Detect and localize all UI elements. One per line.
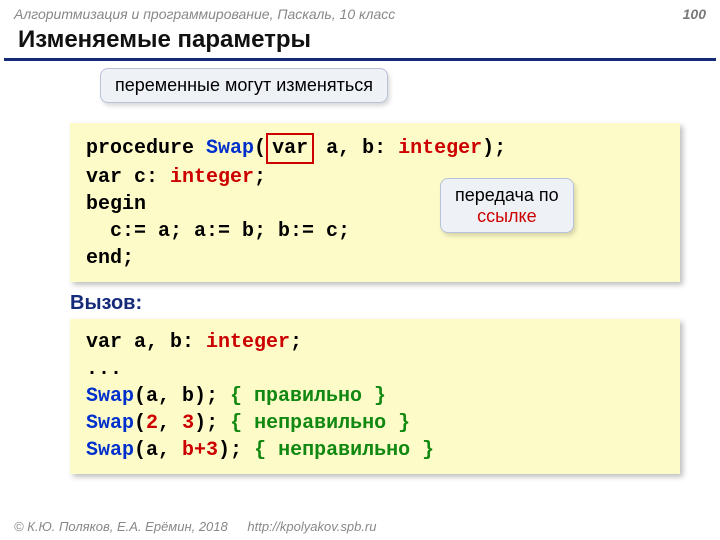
code-line: begin (86, 191, 664, 218)
footer-link[interactable]: http://kpolyakov.spb.ru (247, 519, 376, 534)
code-line: procedure Swap( var a, b: integer); (86, 133, 664, 164)
var-keyword-box: var (266, 133, 314, 164)
page-title: Изменяемые параметры (4, 24, 716, 61)
footer: © К.Ю. Поляков, Е.А. Ерёмин, 2018 http:/… (14, 519, 376, 534)
page-number: 100 (683, 6, 706, 22)
code-line: c:= a; a:= b; b:= c; (86, 218, 664, 245)
code-block-procedure: procedure Swap( var a, b: integer); var … (70, 123, 680, 282)
callout-variables-change: переменные могут изменяться (100, 68, 388, 103)
code-line: Swap(a, b); { правильно } (86, 383, 664, 410)
course-label: Алгоритмизация и программирование, Паска… (14, 6, 395, 22)
copyright: © К.Ю. Поляков, Е.А. Ерёмин, 2018 (14, 519, 228, 534)
code-line: Swap(a, b+3); { неправильно } (86, 437, 664, 464)
callout-pass-by-ref: передача по ссылке (440, 178, 574, 233)
code-line: Swap(2, 3); { неправильно } (86, 410, 664, 437)
code-line: var c: integer; (86, 164, 664, 191)
code-line: end; (86, 245, 664, 272)
call-label: Вызов: (70, 292, 680, 315)
code-line: var a, b: integer; (86, 329, 664, 356)
code-line: ... (86, 356, 664, 383)
header: Алгоритмизация и программирование, Паска… (0, 0, 720, 24)
code-block-call: var a, b: integer; ... Swap(a, b); { пра… (70, 319, 680, 474)
